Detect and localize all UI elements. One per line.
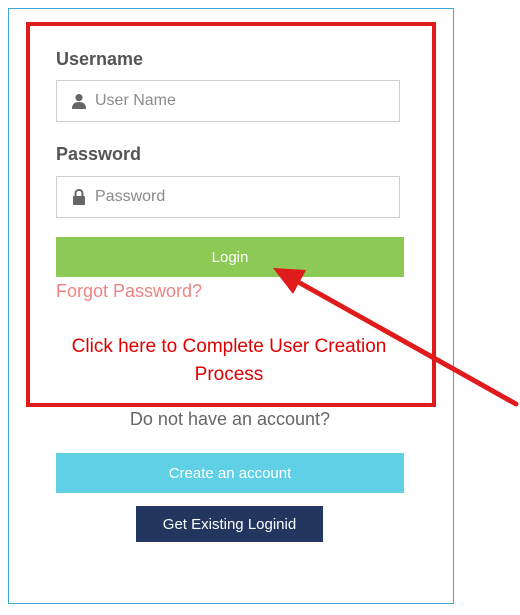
- username-field[interactable]: [56, 80, 400, 122]
- no-account-prompt: Do not have an account?: [129, 409, 331, 429]
- complete-user-creation-link[interactable]: Click here to Complete User Creation Pro…: [56, 333, 402, 389]
- lock-icon: [69, 187, 89, 207]
- login-button[interactable]: Login: [56, 237, 404, 277]
- forgot-password-link[interactable]: Forgot Password?: [56, 281, 202, 302]
- complete-link-line-2: Process: [194, 364, 264, 385]
- login-page: Username Password Login Forgot Password?…: [0, 0, 520, 615]
- complete-link-line-1: Click here to Complete User Creation: [71, 336, 387, 357]
- username-input[interactable]: [95, 92, 385, 110]
- get-existing-loginid-button[interactable]: Get Existing Loginid: [136, 506, 323, 542]
- user-icon: [69, 91, 89, 111]
- password-field[interactable]: [56, 176, 400, 218]
- password-label: Password: [56, 144, 142, 164]
- password-input[interactable]: [95, 188, 385, 206]
- username-label: Username: [56, 49, 144, 69]
- create-account-button[interactable]: Create an account: [56, 453, 404, 493]
